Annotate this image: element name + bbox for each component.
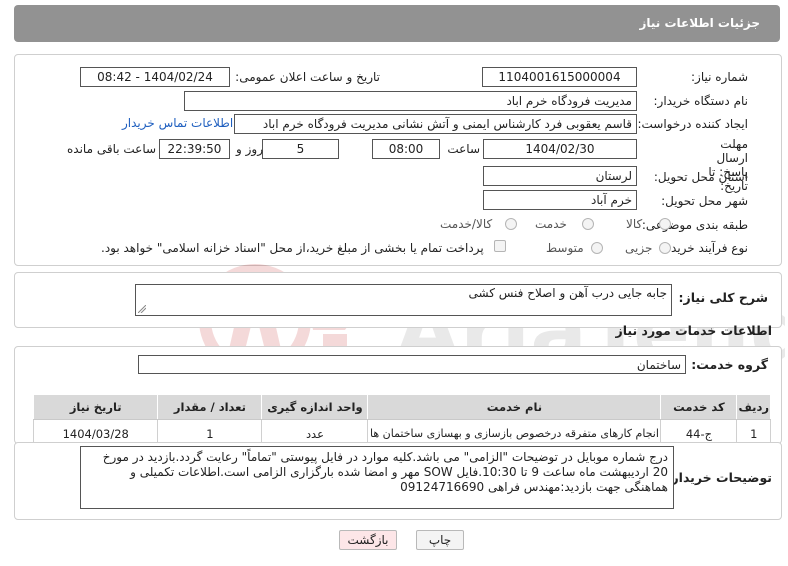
category-label: طبقه بندی موضوعی: [641, 218, 748, 232]
remaining-time-field: 22:39:50 [159, 139, 230, 159]
back-button[interactable]: بازگشت [339, 530, 397, 550]
deadline-label: مهلت ارسال پاسخ: تا تاریخ: [708, 137, 748, 193]
header-bar: جزئیات اطلاعات نیاز [14, 5, 780, 42]
process-radio-minor[interactable] [659, 242, 671, 254]
print-button[interactable]: چاپ [416, 530, 464, 550]
category-option-goods: کالا [626, 217, 643, 231]
service-group-label: گروه خدمت: [691, 357, 768, 372]
col-qty: تعداد / مقدار [157, 394, 263, 420]
category-radio-service[interactable] [582, 218, 594, 230]
process-option-minor: جزیی [625, 241, 653, 255]
buyer-notes-field: درج شماره موبایل در توضیحات "الزامی" می … [80, 446, 674, 509]
services-table: ردیف کد خدمت نام خدمت واحد اندازه گیری ت… [32, 394, 771, 448]
col-unit: واحد اندازه گیری [261, 394, 369, 420]
remaining-label: ساعت باقی مانده [67, 142, 157, 156]
col-row: ردیف [736, 394, 771, 420]
days-label: روز و [236, 142, 263, 156]
buyer-notes-label: توضیحات خریدار: [666, 470, 772, 485]
buyer-contact-link[interactable]: اطلاعات تماس خریدار [122, 116, 233, 130]
page-title: جزئیات اطلاعات نیاز [639, 16, 760, 30]
announce-label: تاریخ و ساعت اعلان عمومی: [235, 70, 380, 84]
process-option-medium: متوسط [546, 241, 584, 255]
buyer-org-label: نام دستگاه خریدار: [653, 94, 749, 108]
category-radio-goods-service[interactable] [505, 218, 517, 230]
resize-grip-icon[interactable] [138, 305, 146, 313]
general-desc-text: جابه جایی درب آهن و اصلاح فنس کشی [468, 286, 668, 300]
province-field: لرستان [483, 166, 637, 186]
buyer-org-field: مدیریت فرودگاه خرم اباد [184, 91, 637, 111]
service-group-field: ساختمان [138, 355, 686, 374]
category-radio-goods[interactable] [659, 218, 671, 230]
treasury-payment-checkbox[interactable] [494, 240, 506, 252]
deadline-time-field: 08:00 [372, 139, 440, 159]
creator-field: قاسم یعقوبی فرد کارشناس ایمنی و آتش نشان… [234, 114, 637, 134]
treasury-payment-text: پرداخت تمام یا بخشی از مبلغ خرید،از محل … [101, 241, 484, 255]
services-section-title: اطلاعات خدمات مورد نیاز [615, 323, 773, 338]
city-field: خرم آباد [483, 190, 637, 210]
category-option-service: خدمت [535, 217, 567, 231]
need-number-label: شماره نیاز: [691, 70, 748, 84]
col-date: تاریخ نیاز [32, 394, 159, 420]
col-code: کد خدمت [660, 394, 738, 420]
buyer-notes-text: درج شماره موبایل در توضیحات "الزامی" می … [102, 450, 668, 494]
process-label: نوع فرآیند خرید : [663, 241, 748, 255]
remaining-days-field: 5 [262, 139, 339, 159]
city-label: شهر محل تحویل: [661, 194, 748, 208]
time-label: ساعت [447, 142, 480, 156]
table-header-row: ردیف کد خدمت نام خدمت واحد اندازه گیری ت… [32, 394, 771, 420]
creator-label: ایجاد کننده درخواست: [637, 117, 748, 131]
category-option-goods-service: کالا/خدمت [440, 217, 493, 231]
col-name: نام خدمت [367, 394, 662, 420]
general-desc-field: جابه جایی درب آهن و اصلاح فنس کشی [135, 284, 672, 316]
process-radio-medium[interactable] [591, 242, 603, 254]
need-number-field: 1104001615000004 [482, 67, 637, 87]
general-desc-label: شرح کلی نیاز: [678, 290, 768, 305]
province-label: استان محل تحویل: [653, 170, 748, 184]
announce-field: 1404/02/24 - 08:42 [80, 67, 230, 87]
deadline-date-field: 1404/02/30 [483, 139, 637, 159]
